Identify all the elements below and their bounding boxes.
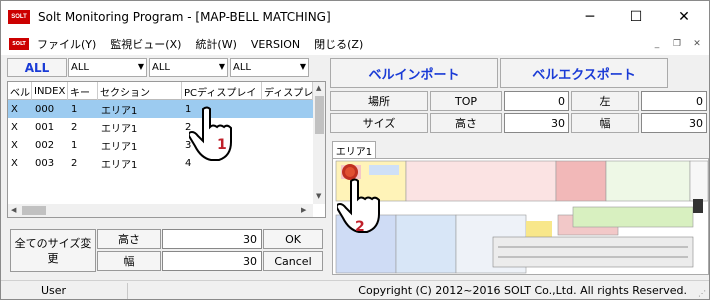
cancel-button[interactable]: Cancel bbox=[263, 251, 323, 271]
filter-dropdown-1[interactable]: ALL ▼ bbox=[68, 58, 147, 77]
maximize-button[interactable]: ☐ bbox=[613, 1, 659, 33]
status-user: User bbox=[41, 284, 67, 297]
menu-bar: SOLT ファイル(Y) 監視ビュー(X) 統計(W) VERSION 閉じる(… bbox=[1, 33, 709, 55]
menu-close[interactable]: 閉じる(Z) bbox=[314, 36, 363, 52]
column-header-key[interactable]: キー bbox=[68, 82, 98, 100]
status-bar: User Copyright (C) 2012~2016 SOLT Co.,Lt… bbox=[1, 280, 709, 299]
column-header-index[interactable]: INDEX bbox=[32, 82, 68, 100]
cell-key: 1 bbox=[71, 139, 78, 151]
cell-key: 2 bbox=[71, 157, 78, 169]
column-header-bell[interactable]: ベル bbox=[8, 82, 32, 100]
hand-pointer-icon bbox=[335, 177, 395, 236]
scroll-up-icon[interactable]: ▲ bbox=[316, 84, 321, 92]
table-row[interactable]: X 003 2 エリア1 4 bbox=[8, 154, 313, 172]
cell-section: エリア1 bbox=[101, 141, 138, 153]
cell-bell: X bbox=[11, 103, 18, 115]
left-input[interactable]: 0 bbox=[641, 91, 707, 111]
chevron-down-icon: ▼ bbox=[137, 62, 144, 71]
cell-index: 001 bbox=[35, 121, 55, 133]
menu-version[interactable]: VERSION bbox=[251, 38, 300, 51]
cell-index: 002 bbox=[35, 139, 55, 151]
table-row[interactable]: X 000 1 エリア1 1 bbox=[8, 100, 313, 118]
height-input[interactable]: 30 bbox=[162, 229, 262, 249]
bell-import-button[interactable]: ベルインポート bbox=[330, 58, 498, 88]
filter-dropdown-1-value: ALL bbox=[71, 62, 89, 73]
horizontal-scrollbar[interactable]: ◀ ▶ bbox=[8, 204, 313, 217]
title-bar: SOLT Solt Monitoring Program - [MAP-BELL… bbox=[1, 1, 709, 33]
resize-grip-icon[interactable]: ⋰ bbox=[698, 289, 706, 298]
scroll-right-icon[interactable]: ▶ bbox=[301, 206, 306, 214]
filter-dropdown-3[interactable]: ALL ▼ bbox=[230, 58, 309, 77]
vertical-scroll-thumb[interactable] bbox=[315, 96, 324, 134]
chevron-down-icon: ▼ bbox=[299, 62, 306, 71]
menu-logo: SOLT bbox=[9, 38, 29, 50]
ok-button[interactable]: OK bbox=[263, 229, 323, 249]
top-input[interactable]: 0 bbox=[504, 91, 569, 111]
left-panel: ALL ALL ▼ ALL ▼ ALL ▼ ベル INDEX キー セクション PCデ… bbox=[4, 57, 326, 275]
left-label: 左 bbox=[571, 91, 639, 111]
menu-statistics[interactable]: 統計(W) bbox=[195, 36, 236, 52]
all-button[interactable]: ALL bbox=[7, 58, 67, 77]
bell-width-input[interactable]: 30 bbox=[641, 113, 707, 133]
tab-area-1[interactable]: エリア1 bbox=[332, 141, 376, 159]
column-header-display[interactable]: ディスプレ bbox=[262, 82, 313, 100]
step-1-label: 1 bbox=[217, 137, 227, 153]
status-copyright: Copyright (C) 2012~2016 SOLT Co.,Ltd. Al… bbox=[358, 284, 687, 297]
mdi-restore-button[interactable]: ❐ bbox=[669, 37, 685, 51]
mdi-minimize-button[interactable]: _ bbox=[649, 37, 665, 51]
column-header-pc-display[interactable]: PCディスプレイ bbox=[182, 82, 262, 100]
filter-dropdown-3-value: ALL bbox=[233, 62, 251, 73]
right-panel: ベルインポート ベルエクスポート 場所 TOP 0 左 0 サイズ 高さ 30 … bbox=[329, 57, 709, 275]
width-label: 幅 bbox=[97, 251, 161, 271]
scroll-down-icon[interactable]: ▼ bbox=[316, 192, 321, 200]
cell-index: 003 bbox=[35, 157, 55, 169]
cell-bell: X bbox=[11, 139, 18, 151]
app-window: SOLT Solt Monitoring Program - [MAP-BELL… bbox=[0, 0, 710, 300]
location-label: 場所 bbox=[330, 91, 428, 111]
cell-section: エリア1 bbox=[101, 123, 138, 135]
bell-height-label: 高さ bbox=[430, 113, 502, 133]
menu-monitor-view[interactable]: 監視ビュー(X) bbox=[110, 36, 181, 52]
scroll-left-icon[interactable]: ◀ bbox=[11, 206, 16, 214]
bell-height-input[interactable]: 30 bbox=[504, 113, 569, 133]
cell-section: エリア1 bbox=[101, 105, 138, 117]
table-row[interactable]: X 002 1 エリア1 3 bbox=[8, 136, 313, 154]
column-header-section[interactable]: セクション bbox=[98, 82, 182, 100]
hand-pointer-icon bbox=[187, 105, 247, 164]
cell-key: 1 bbox=[71, 103, 78, 115]
size-change-panel: 全てのサイズ変更 高さ 30 OK 幅 30 Cancel bbox=[7, 227, 327, 275]
app-logo: SOLT bbox=[8, 10, 30, 24]
filter-dropdown-2[interactable]: ALL ▼ bbox=[149, 58, 228, 77]
step-2-label: 2 bbox=[355, 219, 365, 235]
minimize-button[interactable]: ─ bbox=[567, 1, 613, 33]
cell-section: エリア1 bbox=[101, 159, 138, 171]
change-all-sizes-button[interactable]: 全てのサイズ変更 bbox=[10, 229, 96, 272]
size-label: サイズ bbox=[330, 113, 428, 133]
height-label: 高さ bbox=[97, 229, 161, 249]
bell-table: ベル INDEX キー セクション PCディスプレイ ディスプレ X 000 1… bbox=[7, 81, 326, 218]
mdi-close-button[interactable]: ✕ bbox=[689, 37, 705, 51]
cell-bell: X bbox=[11, 157, 18, 169]
chevron-down-icon: ▼ bbox=[218, 62, 225, 71]
top-label: TOP bbox=[430, 91, 502, 111]
table-row[interactable]: X 001 2 エリア1 2 bbox=[8, 118, 313, 136]
bell-width-label: 幅 bbox=[571, 113, 639, 133]
cell-index: 000 bbox=[35, 103, 55, 115]
window-title: Solt Monitoring Program - [MAP-BELL MATC… bbox=[38, 10, 331, 24]
menu-file[interactable]: ファイル(Y) bbox=[37, 36, 96, 52]
horizontal-scroll-thumb[interactable] bbox=[22, 206, 46, 215]
vertical-scrollbar[interactable]: ▲ ▼ bbox=[313, 82, 325, 204]
table-header: ベル INDEX キー セクション PCディスプレイ ディスプレ bbox=[8, 82, 313, 100]
cell-bell: X bbox=[11, 121, 18, 133]
filter-dropdown-2-value: ALL bbox=[152, 62, 170, 73]
bell-export-button[interactable]: ベルエクスポート bbox=[500, 58, 668, 88]
cell-key: 2 bbox=[71, 121, 78, 133]
width-input[interactable]: 30 bbox=[162, 251, 262, 271]
close-button[interactable]: ✕ bbox=[661, 1, 707, 33]
status-separator bbox=[127, 283, 128, 299]
